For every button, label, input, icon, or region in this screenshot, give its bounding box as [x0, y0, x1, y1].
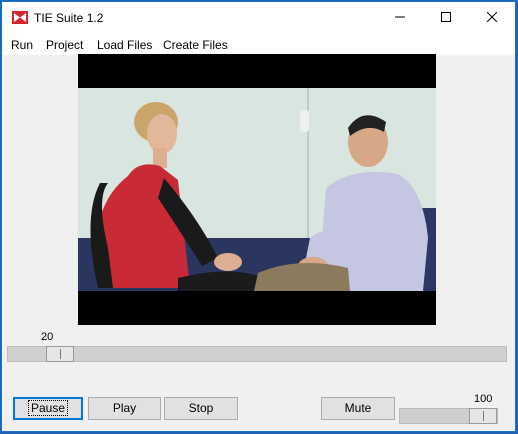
- menu-run[interactable]: Run: [11, 38, 33, 52]
- volume-slider[interactable]: [399, 408, 498, 424]
- stop-button[interactable]: Stop: [164, 397, 238, 420]
- app-logo-icon: [12, 11, 28, 24]
- menu-create-files[interactable]: Create Files: [163, 38, 228, 52]
- volume-slider-thumb[interactable]: [469, 408, 497, 424]
- pause-label: Pause: [27, 400, 69, 416]
- app-window: TIE Suite 1.2 Run Project Load Files Cre…: [1, 1, 516, 432]
- minimize-button[interactable]: [377, 2, 423, 33]
- position-slider[interactable]: [7, 346, 507, 362]
- play-button[interactable]: Play: [88, 397, 161, 420]
- position-value: 20: [41, 331, 54, 343]
- title-bar: TIE Suite 1.2: [2, 2, 515, 33]
- volume-value: 100: [474, 393, 493, 405]
- maximize-icon: [441, 12, 451, 22]
- close-button[interactable]: [469, 2, 515, 33]
- maximize-button[interactable]: [423, 2, 469, 33]
- video-frame-image: [78, 88, 436, 291]
- menu-load-files[interactable]: Load Files: [97, 38, 152, 52]
- window-title: TIE Suite 1.2: [34, 11, 104, 25]
- position-slider-thumb[interactable]: [46, 346, 74, 362]
- menu-bar: Run Project Load Files Create Files: [2, 33, 515, 55]
- play-label: Play: [112, 401, 137, 415]
- pause-button[interactable]: Pause: [13, 397, 83, 420]
- mute-button[interactable]: Mute: [321, 397, 395, 420]
- mute-label: Mute: [344, 401, 372, 415]
- close-icon: [487, 12, 497, 22]
- minimize-icon: [395, 16, 405, 18]
- stop-label: Stop: [188, 401, 214, 415]
- menu-project[interactable]: Project: [46, 38, 83, 52]
- video-player[interactable]: [78, 54, 436, 325]
